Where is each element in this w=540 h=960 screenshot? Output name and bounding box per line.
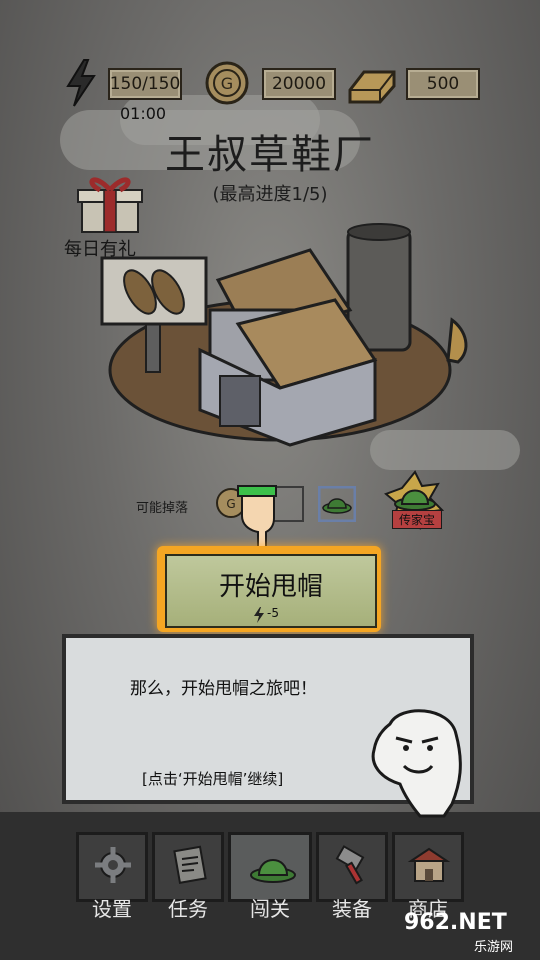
watermark-subtext: 乐游网 [474,940,514,955]
nav-tab-equipment[interactable]: 装备 [316,832,388,921]
gold-bar-icon [348,70,396,104]
possible-drops-label: 可能掉落 [136,501,189,516]
meme-face-character [371,709,462,818]
pointer-hand-icon [237,485,277,552]
nav-tab-label: 装备 [332,897,372,921]
watermark-text: 962.NET [404,910,507,935]
dialog-text: 那么，开始甩帽之旅吧！ [130,679,317,699]
site-watermark: 962.NET 乐游网 [404,910,532,955]
gold-value: 500 [406,68,480,100]
nav-tab-label: 任务 [168,897,208,921]
gear-icon [95,847,131,883]
energy-cost: -5 [267,606,279,620]
start-button-label: 开始甩帽 [218,572,323,602]
energy-timer: 01:00 [120,104,167,123]
coins-value: 20000 [262,68,336,100]
hat-icon [250,859,296,883]
energy-value: 150/150 [108,68,182,100]
start-button[interactable]: 开始甩帽 -5 [165,554,377,628]
nav-tab-label: 设置 [92,897,132,921]
green-hat-drop-icon [318,486,356,522]
energy-cost-icon [254,607,264,623]
nav-tab-shop[interactable]: 商店 [392,832,464,921]
scroll-icon [173,845,207,884]
nav-tab-stages[interactable]: 闯关 [228,832,312,921]
shop-icon [407,847,451,882]
lightning-icon [66,59,96,107]
svg-text:G: G [221,74,233,93]
hammer-icon [335,845,365,885]
heirloom-label: 传家宝 [392,510,443,529]
nav-tab-label: 闯关 [250,897,290,921]
sandal-signboard [100,256,208,373]
start-button-highlight: 开始甩帽 -5 [157,546,381,632]
nav-tab-tasks[interactable]: 任务 [152,832,224,921]
dialog-hint: [点击‘开始甩帽’继续] [142,770,284,788]
coin-icon: G [205,61,249,105]
nav-tab-settings[interactable]: 设置 [76,832,148,921]
